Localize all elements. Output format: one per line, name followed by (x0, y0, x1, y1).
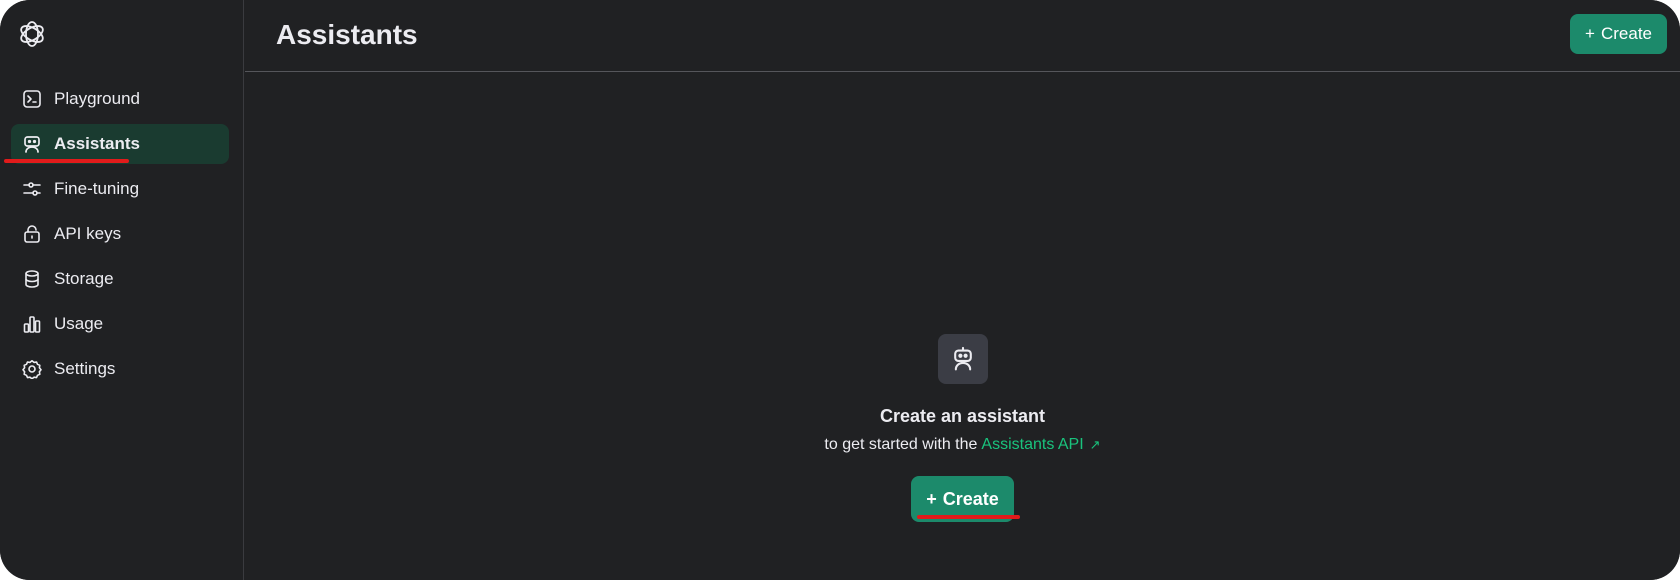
annotation-underline (4, 159, 129, 163)
sidebar-item-usage[interactable]: Usage (11, 304, 229, 344)
sidebar-item-label: API keys (54, 224, 122, 243)
openai-logo-icon[interactable] (16, 18, 48, 50)
create-button-label: Create (942, 488, 999, 509)
empty-state-title: Create an assistant (879, 406, 1046, 426)
sidebar-item-settings[interactable]: Settings (11, 349, 229, 389)
plus-icon: + (926, 488, 937, 509)
sidebar-item-label: Fine-tuning (54, 179, 140, 198)
page-title: Assistants (276, 19, 418, 50)
create-assistant-button[interactable]: + Create (1570, 14, 1667, 54)
sidebar-item-api-keys[interactable]: API keys (11, 214, 229, 254)
gear-icon (21, 358, 43, 380)
sidebar-item-label: Usage (54, 314, 104, 333)
empty-state-subtitle-text: to get started with the (824, 436, 978, 453)
external-link-icon: ↗ (1089, 437, 1101, 452)
bar-chart-icon (21, 313, 43, 335)
sidebar-item-label: Assistants (54, 134, 140, 153)
create-button-label: Create (1600, 24, 1652, 43)
sliders-icon (21, 178, 43, 200)
empty-state: Create an assistant to get started with … (245, 334, 1680, 522)
sidebar-item-storage[interactable]: Storage (11, 259, 229, 299)
sidebar-item-label: Playground (54, 89, 141, 108)
main-content: Assistants + Create Create an assistant … (245, 0, 1680, 580)
top-bar: Assistants + Create (245, 0, 1680, 72)
robot-icon (937, 334, 988, 384)
assistants-api-link[interactable]: Assistants API (981, 436, 1083, 454)
sidebar-item-assistants[interactable]: Assistants (4, 124, 229, 164)
sidebar-item-fine-tuning[interactable]: Fine-tuning (11, 169, 229, 209)
sidebar-item-label: Storage (54, 269, 114, 288)
annotation-underline (917, 515, 1021, 519)
sidebar-item-playground[interactable]: Playground (11, 79, 229, 119)
app-window: Playground Assistants Fine-tuning API ke… (0, 0, 1680, 580)
create-assistant-main-button[interactable]: + Create (911, 476, 1021, 522)
database-icon (21, 268, 43, 290)
sidebar-item-label: Settings (54, 359, 116, 378)
empty-state-subtitle: to get started with the Assistants API ↗ (824, 436, 1100, 454)
terminal-icon (21, 88, 43, 110)
sidebar-nav: Playground Assistants Fine-tuning API ke… (4, 79, 229, 394)
sidebar: Playground Assistants Fine-tuning API ke… (0, 0, 244, 580)
lock-icon (21, 223, 43, 245)
robot-icon (21, 133, 43, 155)
plus-icon: + (1585, 24, 1595, 43)
